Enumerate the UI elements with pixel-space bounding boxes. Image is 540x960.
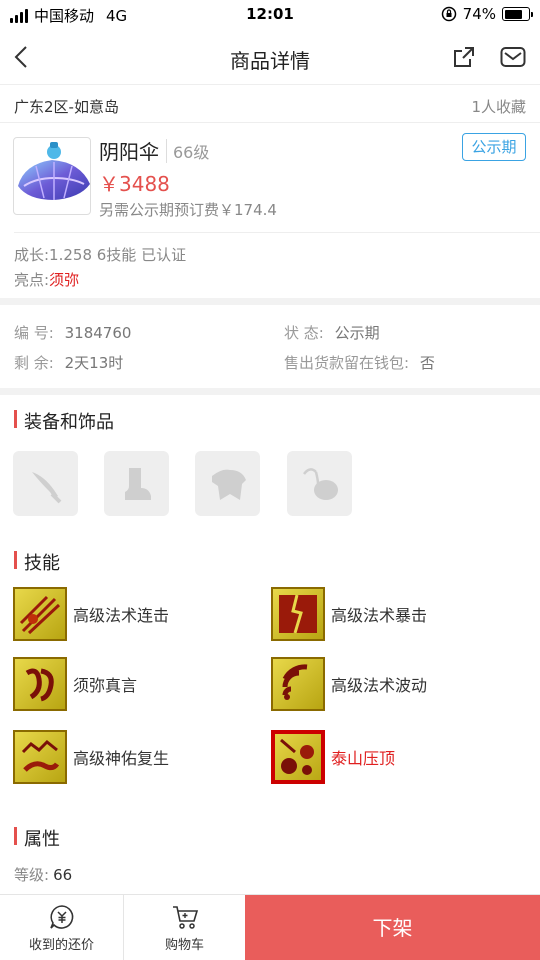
- skill-label: 高级法术连击: [73, 606, 170, 625]
- remaining-label: 剩 余:: [14, 354, 54, 372]
- share-icon: [454, 47, 474, 67]
- item-level: 66级: [166, 139, 209, 163]
- wallet-value: 否: [419, 354, 435, 372]
- weapon-icon: [31, 471, 61, 503]
- message-button[interactable]: [496, 40, 530, 74]
- section-divider: [0, 298, 540, 305]
- offers-button[interactable]: 收到的还价: [0, 895, 123, 960]
- remaining-value: 2天13时: [64, 354, 124, 372]
- battery-fill: [504, 9, 522, 19]
- spell-crit-icon: [271, 587, 325, 641]
- equipment-slot-weapon[interactable]: [13, 451, 78, 516]
- skill-item[interactable]: 高级法术波动: [271, 657, 427, 711]
- server-name: 广东2区-如意岛: [14, 98, 119, 116]
- divider: [14, 232, 540, 233]
- delist-button[interactable]: 下架: [245, 895, 540, 960]
- item-id-value: 3184760: [64, 324, 132, 342]
- item-id-label: 编 号:: [14, 324, 54, 342]
- status-badge: 公示期: [462, 133, 526, 161]
- cart-button[interactable]: 购物车: [124, 895, 245, 960]
- nav-bar: 商品详情: [0, 30, 540, 85]
- highlight-value: 须弥: [49, 271, 80, 289]
- skill-item[interactable]: 高级法术暴击: [271, 587, 427, 641]
- boots-icon: [124, 467, 151, 500]
- wallet-label: 售出货款留在钱包:: [284, 354, 410, 372]
- status-value: 公示期: [334, 324, 380, 342]
- skill-item[interactable]: 高级神佑复生: [13, 730, 169, 784]
- armor-icon: [211, 469, 246, 500]
- remaining-row: 剩 余: 2天13时: [14, 352, 123, 373]
- skills-section-title: 技能: [14, 549, 60, 575]
- skill-label: 高级神佑复生: [73, 749, 170, 768]
- highlight-row: 亮点:须弥: [14, 269, 79, 290]
- skill-label: 高级法术暴击: [331, 606, 428, 625]
- divine-revival-icon: [13, 730, 67, 784]
- section-divider: [0, 388, 540, 395]
- highlight-label: 亮点:: [14, 271, 50, 289]
- battery-percent: 74%: [462, 5, 496, 23]
- skill-label: 高级法术波动: [331, 676, 428, 695]
- yuan-chat-icon: [49, 905, 73, 929]
- mail-icon: [500, 47, 526, 67]
- attributes-section-title: 属性: [14, 825, 60, 851]
- item-name: 阴阳伞: [99, 140, 159, 164]
- sumeru-mantra-icon: [13, 657, 67, 711]
- equipment-slot-armor[interactable]: [195, 451, 260, 516]
- wallet-row: 售出货款留在钱包: 否: [284, 352, 435, 373]
- cart-icon: [172, 906, 198, 929]
- umbrella-item-image: [18, 142, 90, 200]
- status-row: 状 态: 公示期: [284, 322, 380, 343]
- item-price: ￥3488: [99, 172, 170, 196]
- spell-combo-icon: [13, 587, 67, 641]
- skill-item[interactable]: 须弥真言: [13, 657, 137, 711]
- equipment-slot-boots[interactable]: [104, 451, 169, 516]
- item-id-row: 编 号: 3184760: [14, 322, 131, 343]
- equipment-slot-accessory[interactable]: [287, 451, 352, 516]
- spell-wave-icon: [271, 657, 325, 711]
- mount-tai-icon: [271, 730, 325, 784]
- skill-label: 泰山压顶: [331, 749, 396, 768]
- skill-label: 须弥真言: [73, 676, 138, 695]
- skill-item[interactable]: 高级法术连击: [13, 587, 169, 641]
- status-label: 状 态:: [284, 324, 324, 342]
- skill-item-highlighted[interactable]: 泰山压顶: [271, 730, 395, 784]
- server-row: 广东2区-如意岛 1人收藏: [0, 86, 540, 123]
- share-button[interactable]: [447, 40, 481, 74]
- reservation-fee: 另需公示期预订费￥174.4: [99, 201, 277, 219]
- attribute-level-row: 等级: 66: [14, 864, 72, 885]
- rotation-lock-icon: [441, 6, 456, 22]
- attribute-level-value: 66: [53, 866, 73, 884]
- bottom-action-bar: 收到的还价 购物车 下架: [0, 894, 540, 960]
- battery-icon: [502, 7, 533, 21]
- status-bar: 中国移动 4G 12:01 74%: [0, 0, 540, 30]
- screen: 中国移动 4G 12:01 74% 商品详情 广东2区-如意岛 1人收藏 阴阳伞…: [0, 0, 540, 960]
- growth-info: 成长:1.258 6技能 已认证: [14, 246, 187, 264]
- cart-label: 购物车: [164, 938, 204, 953]
- item-thumbnail[interactable]: [13, 137, 91, 215]
- accessory-icon: [302, 467, 338, 500]
- attribute-level-label: 等级:: [14, 866, 50, 884]
- equipment-section-title: 装备和饰品: [14, 408, 114, 434]
- offers-label: 收到的还价: [28, 938, 94, 953]
- favorite-count[interactable]: 1人收藏: [471, 96, 526, 117]
